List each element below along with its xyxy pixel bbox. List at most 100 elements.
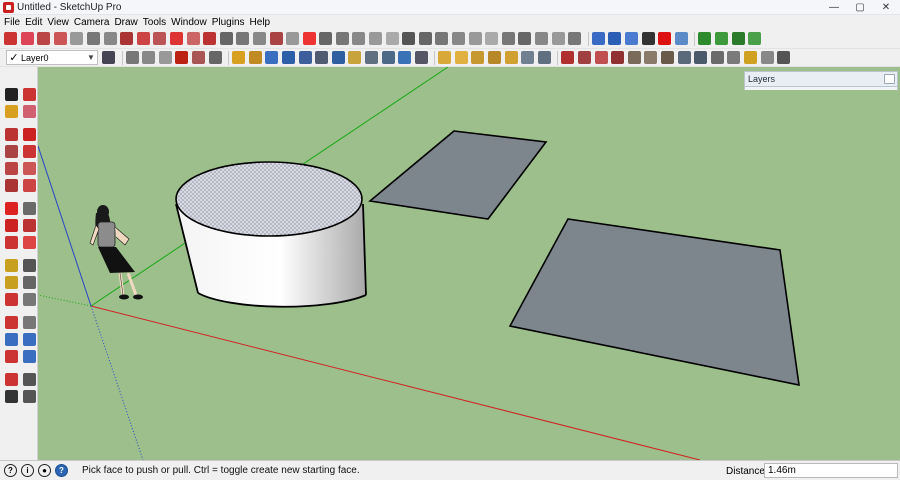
followme-tool-icon[interactable] [153,32,167,45]
lookaround-tool-icon[interactable] [418,32,432,45]
photo-match-icon[interactable] [208,51,222,64]
zoom-window-icon[interactable] [23,333,36,346]
menu-edit[interactable]: Edit [25,17,47,28]
menu-help[interactable]: Help [250,17,276,28]
scene-icon[interactable] [674,32,688,45]
menu-plugins[interactable]: Plugins [212,17,250,28]
stamp-icon[interactable] [731,32,745,45]
match-photo-icon[interactable] [661,51,674,64]
orbit-tool-icon[interactable] [319,32,333,45]
arc-icon[interactable] [23,162,36,175]
menu-file[interactable]: File [4,17,25,28]
line-icon[interactable] [23,128,36,141]
dynamic-icon-3[interactable] [471,51,485,64]
dimension-tool-icon[interactable] [219,32,233,45]
credits-icon[interactable]: i [21,464,34,477]
eraser-tool-icon[interactable] [20,32,34,45]
section-tool-icon[interactable] [302,32,316,45]
layer-manager-icon[interactable] [102,51,115,64]
scale-tool-icon[interactable] [169,32,183,45]
top-view-icon[interactable] [468,32,482,45]
pan-tool-icon[interactable] [335,32,349,45]
style-icon-1[interactable] [281,51,295,64]
scenes-icon[interactable] [611,51,625,64]
3dtext-tool-icon[interactable] [286,32,300,45]
zoom-extents-icon[interactable] [5,350,18,363]
terrain-icon[interactable] [248,51,262,64]
zoom-extents-icon[interactable] [385,32,399,45]
left-view-icon[interactable] [535,32,548,45]
rectangle-icon[interactable] [5,128,18,141]
make-component-icon[interactable] [23,88,36,101]
previous-view-icon[interactable] [23,350,36,363]
wireframe-style-icon[interactable] [568,32,582,45]
style-icon-4[interactable] [331,51,345,64]
solid-outer-icon[interactable] [142,51,156,64]
front-view-icon[interactable] [485,32,499,45]
warehouse-icon[interactable] [175,51,189,64]
zoom-icon[interactable] [5,333,18,346]
model-viewport[interactable] [38,67,900,460]
model-info-icon[interactable] [727,51,741,64]
orbit-icon[interactable] [5,316,18,329]
instructor-icon[interactable] [694,51,708,64]
geo-location-icon[interactable] [232,51,246,64]
solid-intersect-icon[interactable] [158,51,172,64]
google-earth-icon[interactable] [265,51,279,64]
play-icon[interactable] [641,32,655,45]
shadows-panel-icon[interactable] [627,51,641,64]
style-icon-7[interactable] [381,51,395,64]
section-plane-icon[interactable] [23,390,36,403]
style-icon-9[interactable] [414,51,428,64]
dynamic-icon-7[interactable] [537,51,551,64]
polygon-icon[interactable] [5,162,18,175]
layer-dropdown[interactable]: ✓ Layer0 ▼ [6,50,98,65]
small-rectangle-face[interactable] [368,130,548,220]
drape-icon[interactable] [748,32,762,45]
axes-tool-icon[interactable] [269,32,283,45]
large-rectangle-face[interactable] [508,218,800,387]
style-icon-6[interactable] [364,51,378,64]
freehand-tool-icon[interactable] [86,32,100,45]
smoove-icon[interactable] [714,32,728,45]
paint-bucket-icon[interactable] [5,105,18,118]
right-view-icon[interactable] [501,32,515,45]
walk-icon[interactable] [5,390,18,403]
protractor-tool-icon[interactable] [236,32,250,45]
text-tool-icon[interactable] [252,32,266,45]
move-tool-icon[interactable] [103,32,117,45]
3d-text-icon[interactable] [23,293,36,306]
text-label-icon[interactable] [23,276,36,289]
fog-panel-icon[interactable] [644,51,658,64]
dynamic-icon-5[interactable] [504,51,518,64]
pie-icon[interactable] [5,179,18,192]
zoom-window-icon[interactable] [369,32,383,45]
cylinder-object[interactable] [175,161,367,308]
component-icon[interactable] [125,51,139,64]
rotate-tool-icon[interactable] [136,32,150,45]
select-icon[interactable] [5,88,18,101]
eraser-icon[interactable] [23,105,36,118]
soften-icon[interactable] [677,51,691,64]
extension-icon-2[interactable] [760,51,774,64]
freehand-icon[interactable] [23,145,36,158]
menu-draw[interactable]: Draw [114,17,142,28]
shadow-icon[interactable] [591,32,605,45]
layers-tray[interactable]: Layers [744,71,898,90]
offset-tool-icon[interactable] [186,32,200,45]
scene-canvas[interactable] [38,67,900,460]
zoom-tool-icon[interactable] [352,32,366,45]
menu-camera[interactable]: Camera [74,17,115,28]
fog-icon[interactable] [608,32,622,45]
instructor-icon[interactable]: ? [55,464,68,477]
move-icon[interactable] [5,202,18,215]
walk-tool-icon[interactable] [402,32,416,45]
record-icon[interactable] [658,32,672,45]
select-tool-icon[interactable] [4,32,17,45]
axes-icon[interactable] [23,259,36,272]
extension-icon-1[interactable] [743,51,757,64]
pan-icon[interactable] [23,316,36,329]
dynamic-icon-6[interactable] [521,51,535,64]
help-icon[interactable]: ? [4,464,17,477]
back-view-icon[interactable] [518,32,532,45]
